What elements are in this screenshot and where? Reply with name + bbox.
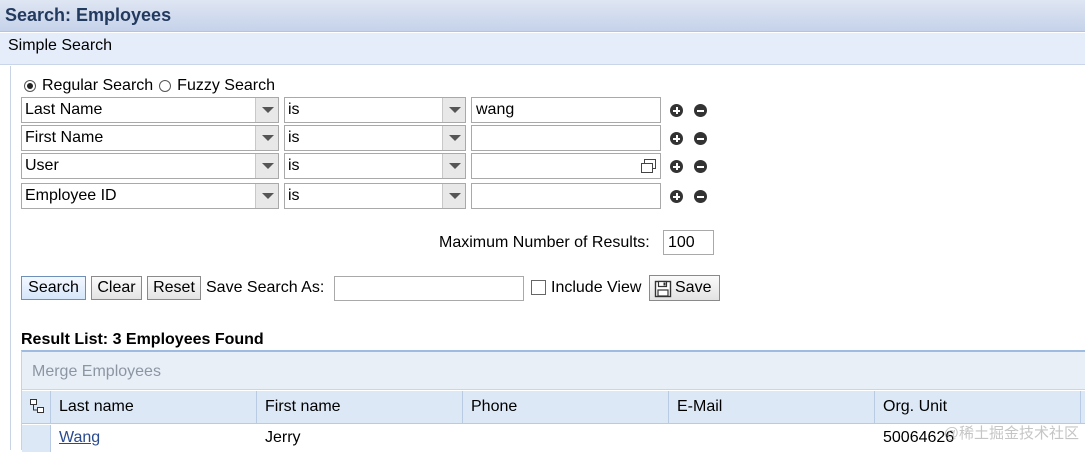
last-name-link[interactable]: Wang [59, 429, 100, 447]
dropdown-arrow-icon[interactable] [442, 184, 465, 208]
operator-select[interactable]: is [284, 97, 466, 123]
max-results-input[interactable]: 100 [663, 230, 714, 255]
include-view-checkbox[interactable] [531, 280, 546, 295]
column-header-label: Last name [59, 398, 134, 415]
value-input[interactable]: wang [471, 97, 661, 123]
value-input[interactable] [471, 153, 661, 179]
simple-search-label: Simple Search [8, 37, 113, 54]
reset-button[interactable]: Reset [147, 276, 201, 300]
field-select-value: User [25, 157, 59, 174]
left-divider [10, 66, 11, 450]
value-input[interactable] [471, 125, 661, 151]
hierarchy-icon [30, 399, 44, 413]
result-panel: Merge Employees Last name First name Pho… [21, 350, 1085, 452]
value-input-text: wang [476, 101, 515, 118]
field-select[interactable]: User [21, 153, 279, 179]
max-results-label: Maximum Number of Results: [439, 234, 650, 251]
column-header-label: E-Mail [677, 398, 723, 415]
floppy-disk-icon [654, 280, 672, 298]
field-select[interactable]: Employee ID [21, 183, 279, 209]
remove-row-icon[interactable] [694, 132, 707, 145]
column-header-label: Phone [471, 398, 518, 415]
field-select[interactable]: First Name [21, 125, 279, 151]
operator-select-value: is [288, 157, 300, 174]
column-header-email[interactable]: E-Mail [669, 391, 875, 424]
column-header-last-name[interactable]: Last name [51, 391, 257, 424]
regular-search-radio[interactable] [24, 80, 36, 92]
operator-select-value: is [288, 101, 300, 118]
select-all-cell[interactable] [22, 391, 51, 424]
column-header-first-name[interactable]: First name [257, 391, 463, 424]
operator-select-value: is [288, 129, 300, 146]
search-button[interactable]: Search [21, 276, 86, 300]
table-header: Last name First name Phone E-Mail Org. U… [22, 391, 1085, 424]
clear-button[interactable]: Clear [91, 276, 142, 300]
remove-row-icon[interactable] [694, 190, 707, 203]
save-button[interactable]: Save [649, 275, 720, 301]
field-select[interactable]: Last Name [21, 97, 279, 123]
dropdown-arrow-icon[interactable] [442, 154, 465, 178]
field-select-value: Last Name [25, 101, 103, 118]
dropdown-arrow-icon[interactable] [255, 98, 278, 122]
page-title: Search: Employees [5, 5, 172, 25]
fuzzy-search-label[interactable]: Fuzzy Search [177, 77, 275, 95]
value-input[interactable] [471, 183, 661, 209]
column-header-label: First name [265, 398, 341, 415]
dropdown-arrow-icon[interactable] [255, 154, 278, 178]
dropdown-arrow-icon[interactable] [442, 126, 465, 150]
operator-select[interactable]: is [284, 183, 466, 209]
table-row: Wang Jerry 50064626 [22, 425, 1085, 452]
value-help-icon[interactable] [640, 158, 657, 174]
include-view-label[interactable]: Include View [551, 279, 641, 297]
operator-select[interactable]: is [284, 125, 466, 151]
add-row-icon[interactable] [670, 160, 683, 173]
operator-select-value: is [288, 187, 300, 204]
first-name-cell: Jerry [265, 429, 301, 446]
row-select-cell[interactable] [22, 425, 51, 452]
add-row-icon[interactable] [670, 104, 683, 117]
title-bar: Search: Employees [0, 0, 1085, 32]
dropdown-arrow-icon[interactable] [255, 126, 278, 150]
remove-row-icon[interactable] [694, 104, 707, 117]
add-row-icon[interactable] [670, 132, 683, 145]
save-search-as-input[interactable] [334, 276, 524, 301]
save-button-label: Save [675, 279, 712, 296]
column-header-org-unit[interactable]: Org. Unit [875, 391, 1081, 424]
column-header-label: Org. Unit [883, 398, 948, 415]
fuzzy-search-radio[interactable] [159, 80, 172, 92]
max-results-value: 100 [668, 234, 695, 251]
watermark: @稀土掘金技术社区 [943, 425, 1079, 442]
remove-row-icon[interactable] [694, 160, 707, 173]
operator-select[interactable]: is [284, 153, 466, 179]
save-search-as-label: Save Search As: [206, 279, 325, 296]
dropdown-arrow-icon[interactable] [255, 184, 278, 208]
merge-employees-button[interactable]: Merge Employees [32, 363, 161, 381]
add-row-icon[interactable] [670, 190, 683, 203]
dropdown-arrow-icon[interactable] [442, 98, 465, 122]
field-select-value: Employee ID [25, 187, 117, 204]
result-list-title: Result List: 3 Employees Found [21, 331, 264, 348]
subheader: Simple Search [0, 33, 1085, 65]
regular-search-label[interactable]: Regular Search [42, 77, 153, 95]
search-mode-group: Regular Search Fuzzy Search [24, 76, 281, 96]
merge-toolbar: Merge Employees [22, 352, 1085, 390]
field-select-value: First Name [25, 129, 104, 146]
column-header-phone[interactable]: Phone [463, 391, 669, 424]
